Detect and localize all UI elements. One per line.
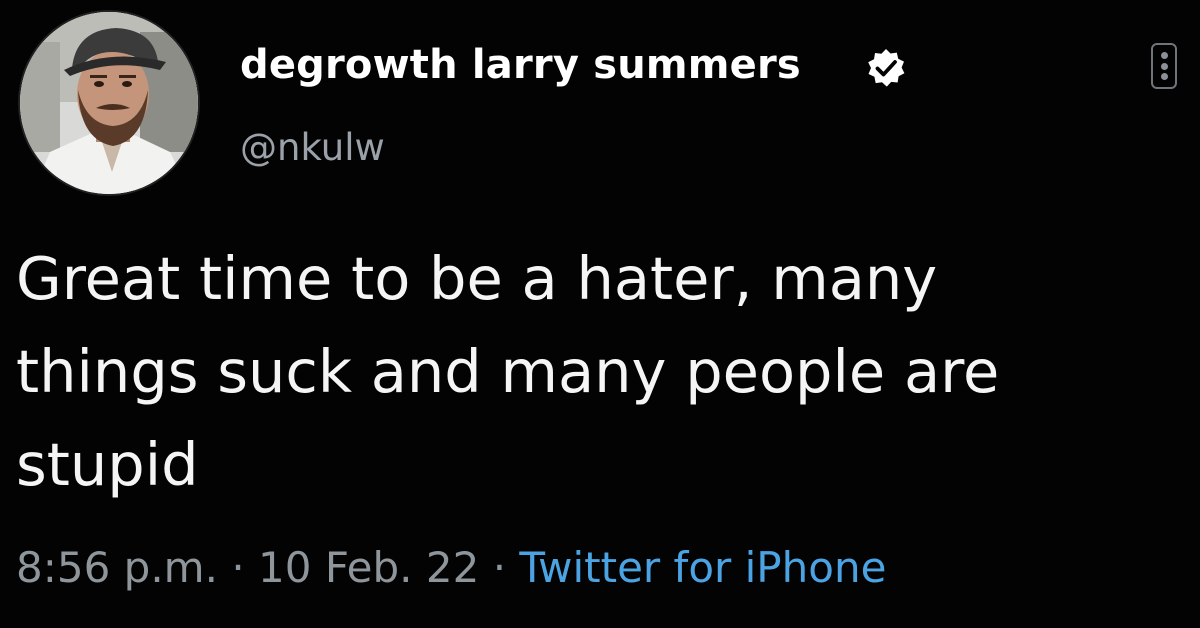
- meta-separator: ·: [231, 543, 245, 592]
- more-options-icon[interactable]: [1151, 43, 1177, 89]
- tweet-source-link[interactable]: Twitter for iPhone: [519, 543, 886, 592]
- more-dot: [1160, 62, 1168, 70]
- tweet-time[interactable]: 8:56 p.m.: [16, 543, 218, 592]
- tweet-meta: 8:56 p.m. · 10 Feb. 22 · Twitter for iPh…: [16, 543, 886, 592]
- avatar-photo: [20, 12, 198, 194]
- user-handle[interactable]: @nkulw: [240, 126, 385, 169]
- more-dot: [1160, 73, 1168, 81]
- display-name[interactable]: degrowth larry summers: [240, 42, 801, 88]
- tweet-text: Great time to be a hater, many things su…: [16, 244, 1000, 499]
- avatar[interactable]: [18, 10, 200, 196]
- tweet-date[interactable]: 10 Feb. 22: [258, 543, 479, 592]
- more-dot: [1160, 51, 1168, 59]
- tweet-card: degrowth larry summers @nkulw Great time…: [0, 0, 1200, 628]
- meta-separator: ·: [492, 543, 507, 592]
- verified-badge-icon: [868, 49, 905, 87]
